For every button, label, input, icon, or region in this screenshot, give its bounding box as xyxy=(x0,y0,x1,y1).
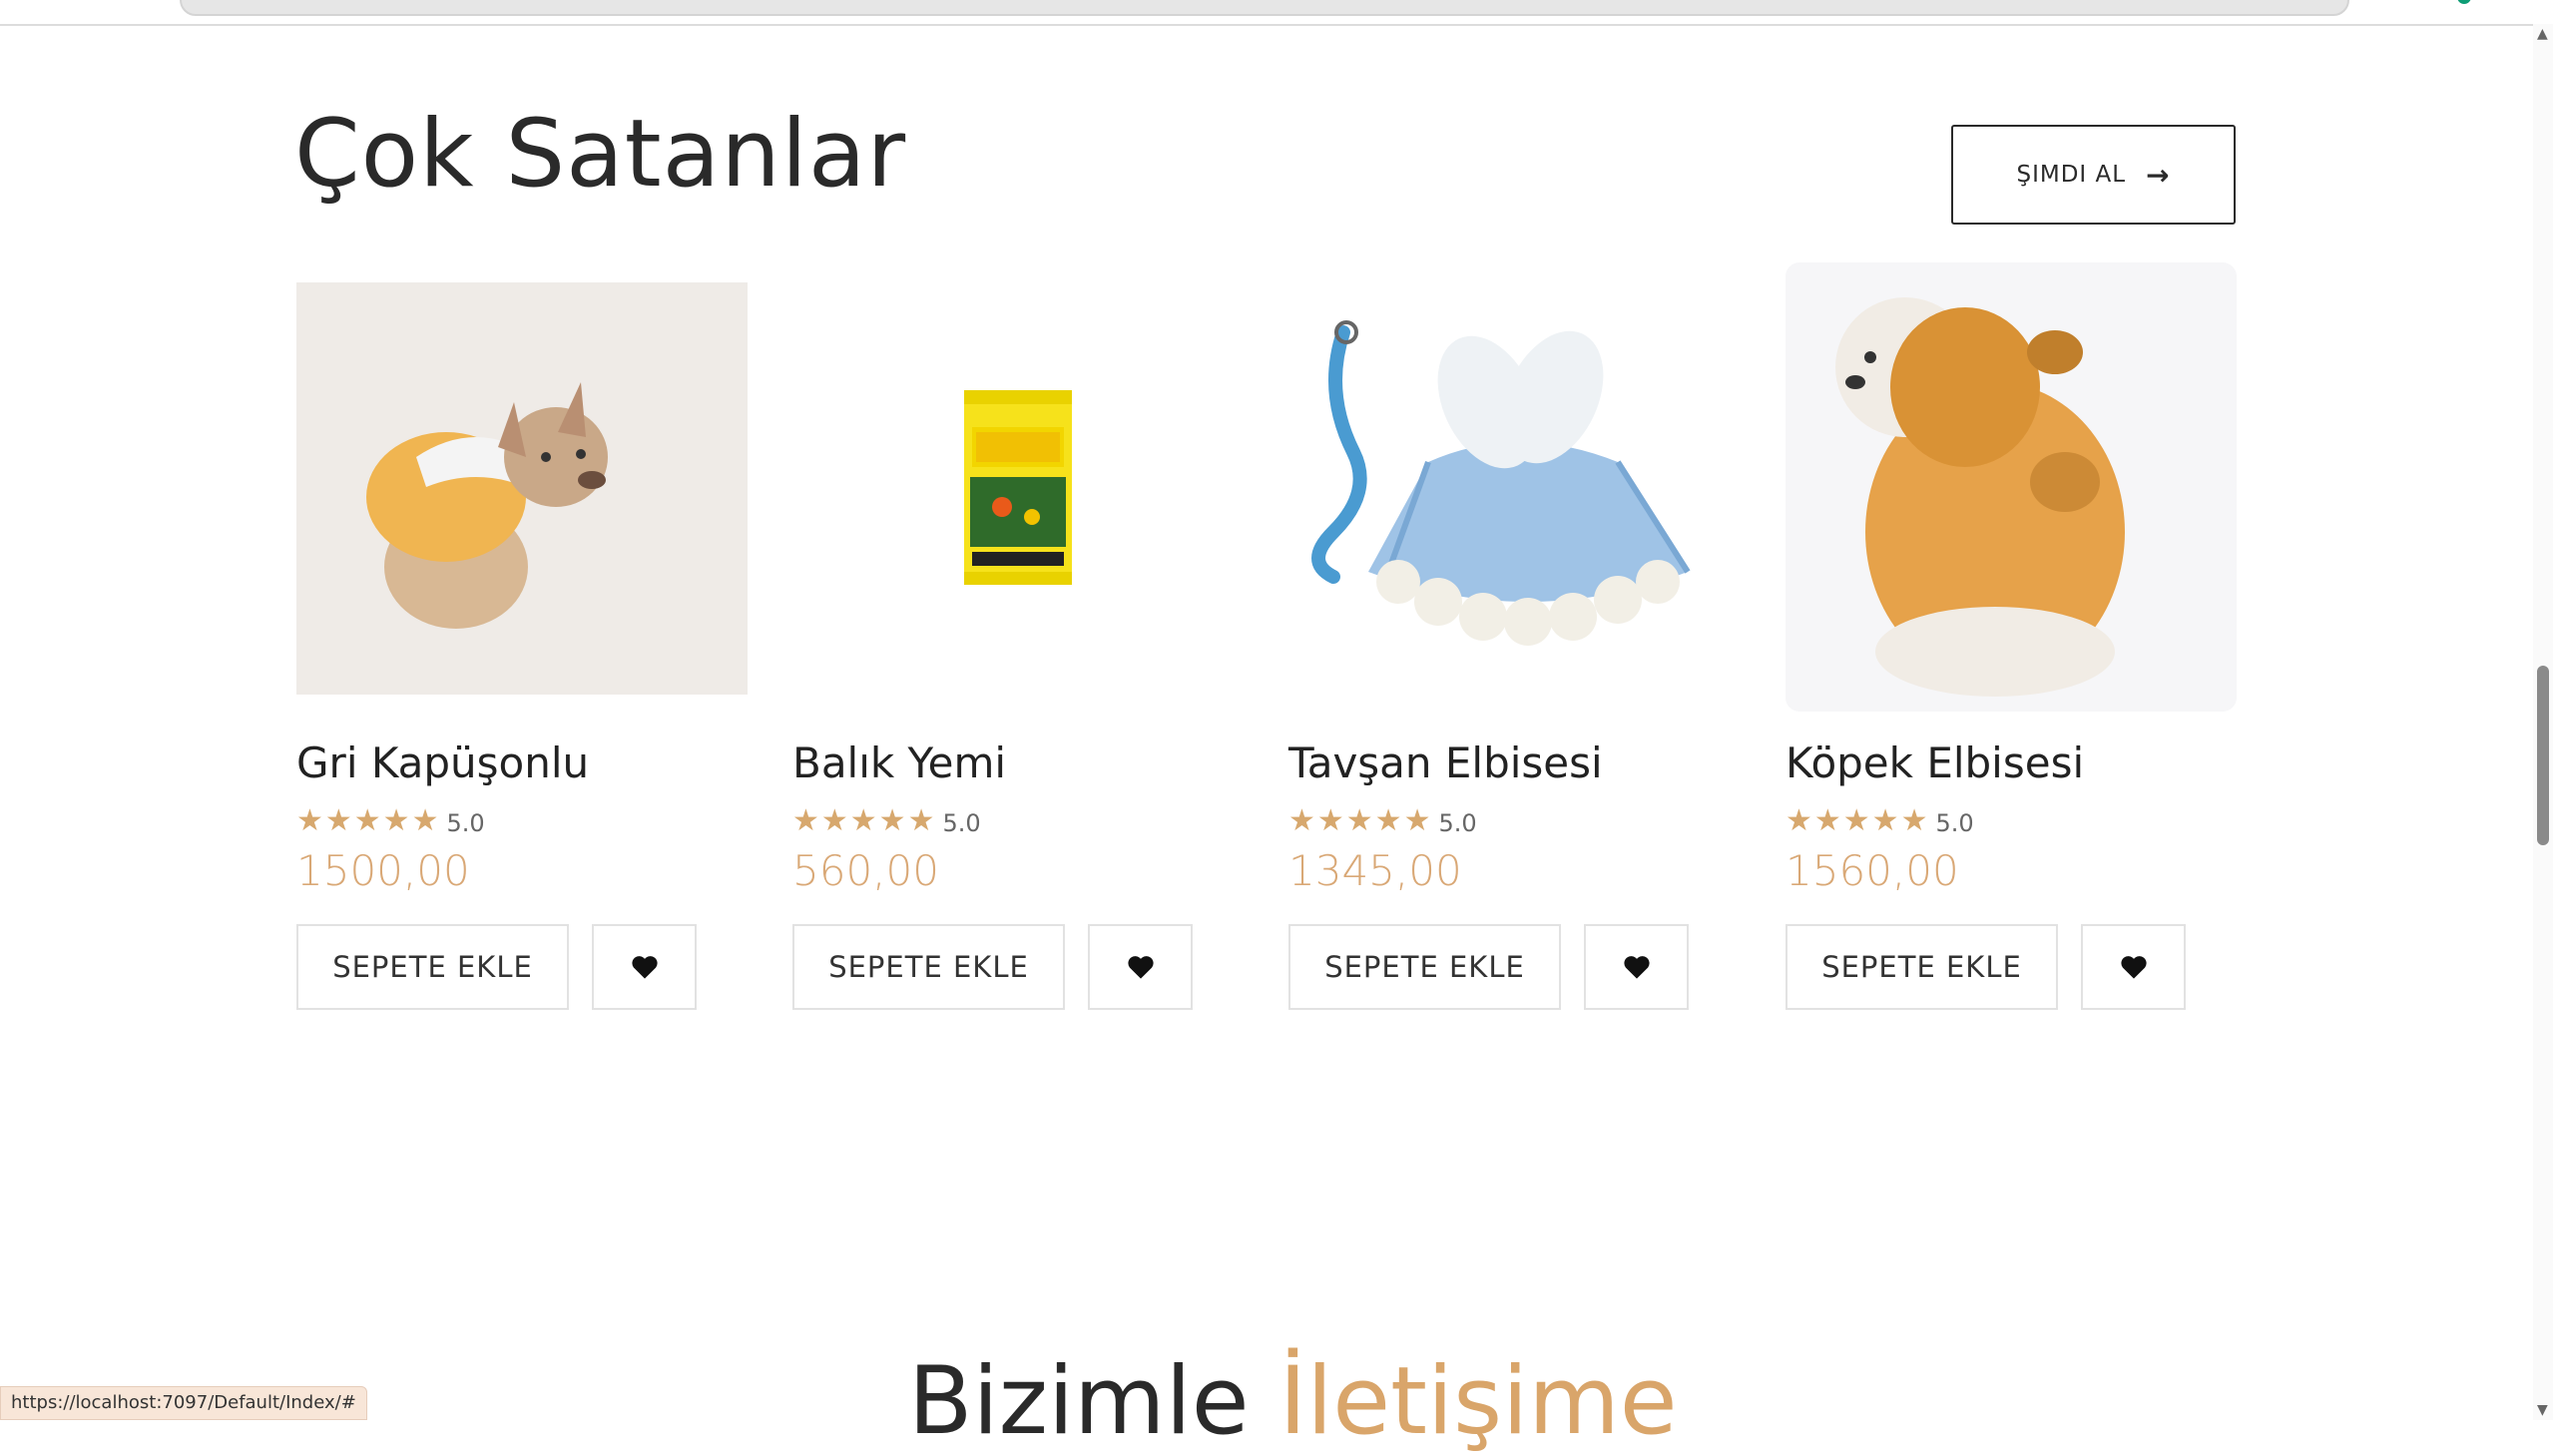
contact-title-part1: Bizimle xyxy=(908,1347,1250,1456)
product-name[interactable]: Gri Kapüşonlu xyxy=(296,738,589,787)
scrollbar-thumb[interactable] xyxy=(2537,666,2549,845)
product-name[interactable]: Köpek Elbisesi xyxy=(1786,738,2084,787)
status-bar-url: https://localhost:7097/Default/Index/# xyxy=(0,1386,367,1420)
add-to-cart-button[interactable]: SEPETE EKLE xyxy=(296,924,569,1010)
product-price: 560,00 xyxy=(792,846,939,895)
product-name[interactable]: Tavşan Elbisesi xyxy=(1288,738,1603,787)
favorite-button[interactable] xyxy=(1584,924,1689,1010)
add-to-cart-button[interactable]: SEPETE EKLE xyxy=(792,924,1065,1010)
section-title: Çok Satanlar xyxy=(294,100,907,209)
product-rating: ★★★★★ 5.0 xyxy=(792,803,981,838)
shop-now-button[interactable]: ŞIMDI AL → xyxy=(1951,125,2236,225)
star-icons: ★★★★★ xyxy=(1786,803,1930,838)
rating-value: 5.0 xyxy=(942,808,981,837)
browser-search-bar-area xyxy=(0,0,2553,26)
rating-value: 5.0 xyxy=(1935,808,1974,837)
vertical-scrollbar[interactable]: ▲ ▼ xyxy=(2533,24,2553,1420)
product-image[interactable] xyxy=(296,282,748,695)
product-rating: ★★★★★ 5.0 xyxy=(1288,803,1477,838)
scroll-down-icon[interactable]: ▼ xyxy=(2537,1402,2548,1418)
star-icons: ★★★★★ xyxy=(296,803,441,838)
product-price: 1560,00 xyxy=(1786,846,1959,895)
shop-now-label: ŞIMDI AL xyxy=(2016,162,2127,188)
favorite-button[interactable] xyxy=(1088,924,1193,1010)
favorite-button[interactable] xyxy=(592,924,697,1010)
rating-value: 5.0 xyxy=(446,808,485,837)
star-icons: ★★★★★ xyxy=(792,803,937,838)
product-image[interactable] xyxy=(1786,262,2237,712)
contact-title-part2: İletişime xyxy=(1278,1347,1678,1456)
add-to-cart-button[interactable]: SEPETE EKLE xyxy=(1786,924,2058,1010)
product-price: 1500,00 xyxy=(296,846,470,895)
arrow-right-icon: → xyxy=(2146,158,2171,192)
rating-value: 5.0 xyxy=(1438,808,1477,837)
product-rating: ★★★★★ 5.0 xyxy=(1786,803,1974,838)
scroll-up-icon[interactable]: ▲ xyxy=(2537,26,2548,42)
profile-dot-icon[interactable] xyxy=(2457,0,2471,4)
heart-icon xyxy=(1623,956,1650,979)
heart-icon xyxy=(1127,956,1154,979)
add-to-cart-button[interactable]: SEPETE EKLE xyxy=(1288,924,1561,1010)
product-name[interactable]: Balık Yemi xyxy=(792,738,1006,787)
favorite-button[interactable] xyxy=(2081,924,2186,1010)
product-rating: ★★★★★ 5.0 xyxy=(296,803,485,838)
heart-icon xyxy=(2120,956,2147,979)
heart-icon xyxy=(631,956,658,979)
product-image[interactable] xyxy=(792,282,1244,695)
product-image[interactable] xyxy=(1288,282,1740,695)
search-bar[interactable] xyxy=(180,0,2349,16)
product-price: 1345,00 xyxy=(1288,846,1462,895)
contact-section-title: Bizimle İletişime xyxy=(908,1347,1678,1456)
star-icons: ★★★★★ xyxy=(1288,803,1433,838)
